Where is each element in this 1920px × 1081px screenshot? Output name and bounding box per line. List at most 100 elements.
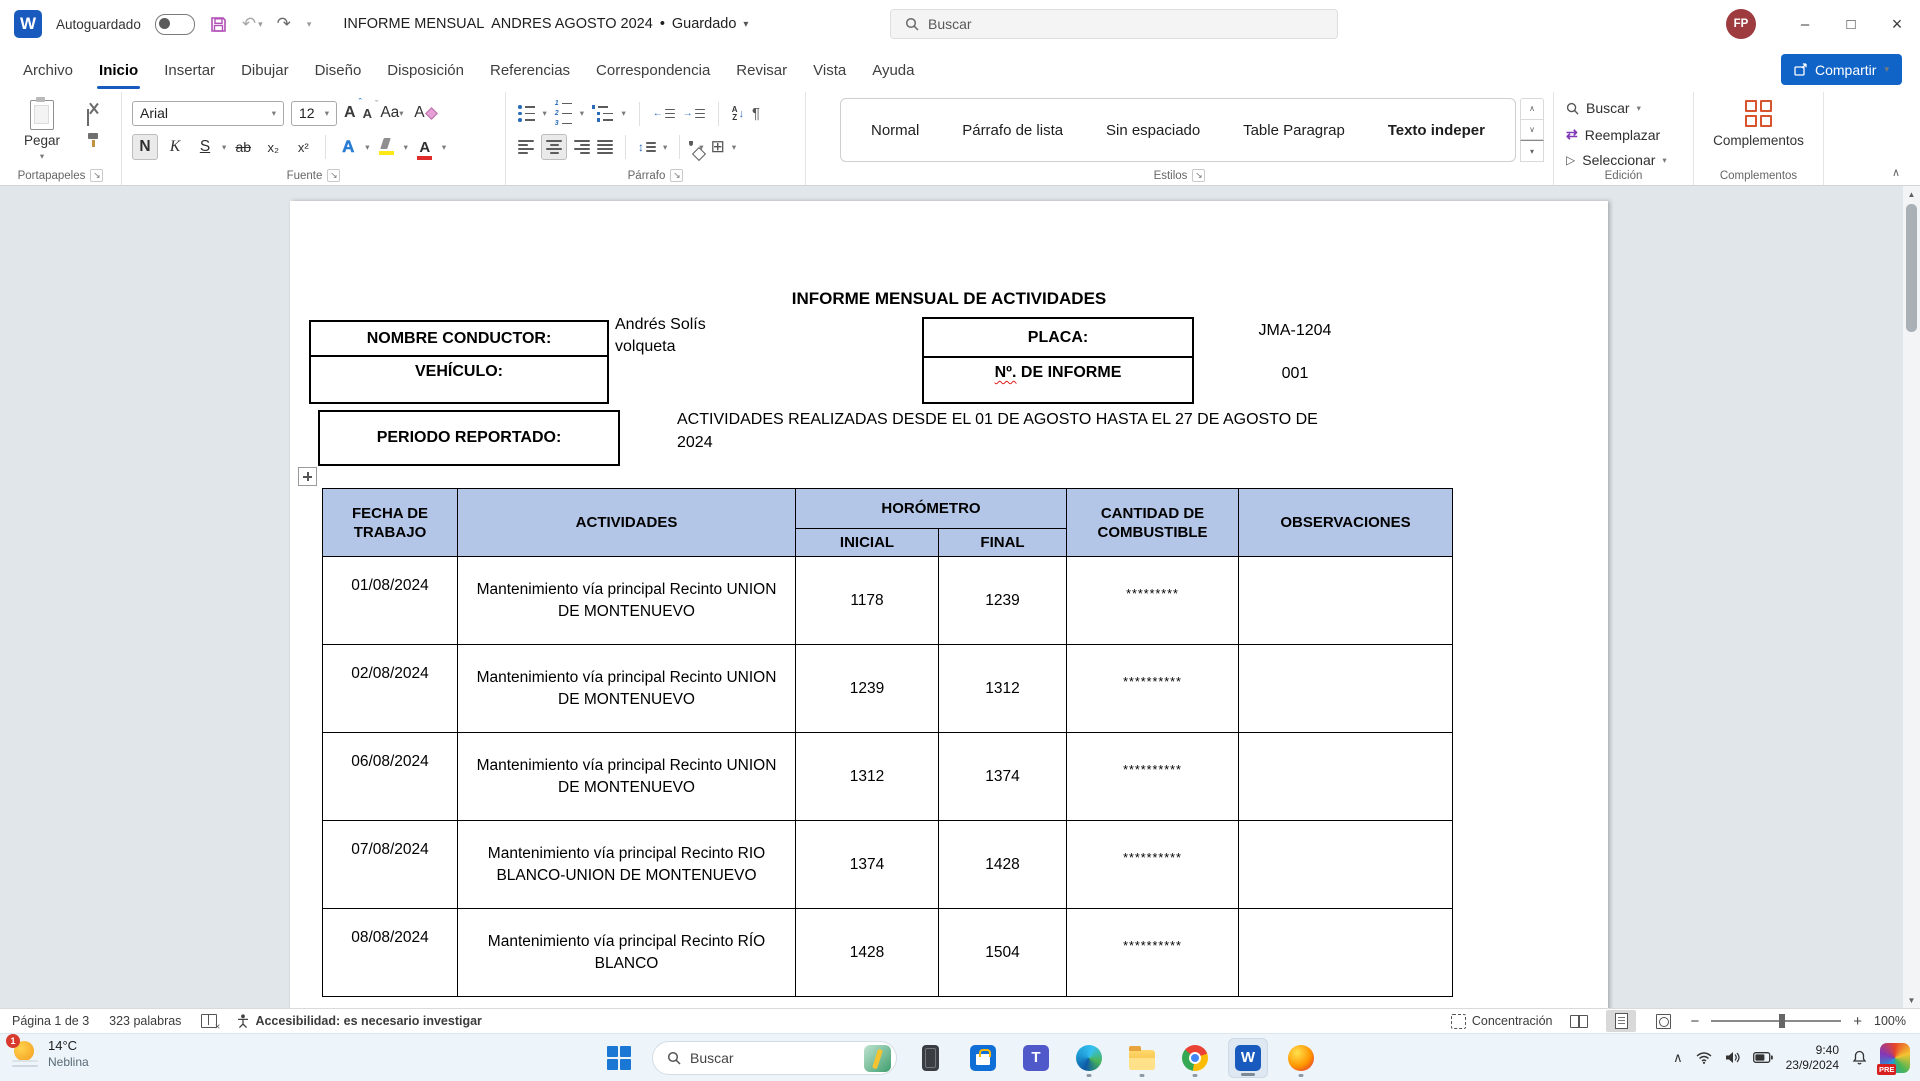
cell-final[interactable]: 1504 bbox=[939, 909, 1067, 997]
decrease-indent-button[interactable]: ← bbox=[653, 108, 675, 119]
period-value[interactable]: ACTIVIDADES REALIZADAS DESDE EL 01 DE AG… bbox=[677, 408, 1337, 454]
styles-gallery-expand[interactable]: ▾ bbox=[1520, 140, 1544, 162]
share-button[interactable]: Compartir▾ bbox=[1781, 54, 1902, 85]
collapse-ribbon-button[interactable]: ∧ bbox=[1892, 166, 1900, 179]
borders-button[interactable]: ⊞ bbox=[711, 137, 725, 157]
vertical-scrollbar[interactable]: ▲ ▼ bbox=[1903, 186, 1920, 1008]
premiere-app-button[interactable]: PRE bbox=[1880, 1043, 1910, 1073]
justify-button[interactable] bbox=[597, 140, 613, 154]
tab-revisar[interactable]: Revisar bbox=[723, 48, 800, 92]
plate-label-box[interactable]: PLACA: bbox=[922, 317, 1194, 358]
cell-final[interactable]: 1374 bbox=[939, 733, 1067, 821]
cell-fuel[interactable]: ********* bbox=[1067, 557, 1239, 645]
multilevel-list-button[interactable] bbox=[592, 105, 614, 122]
cell-activity[interactable]: Mantenimiento vía principal Recinto RIO … bbox=[458, 821, 796, 909]
clipboard-dialog-launcher[interactable]: ↘ bbox=[90, 169, 103, 182]
driver-label-box[interactable]: NOMBRE CONDUCTOR: bbox=[309, 320, 609, 357]
subscript-button[interactable]: x₂ bbox=[260, 134, 286, 160]
search-highlight-image[interactable] bbox=[864, 1045, 891, 1072]
col-header-actividades[interactable]: ACTIVIDADES bbox=[458, 489, 796, 557]
cell-initial[interactable]: 1239 bbox=[796, 645, 939, 733]
tab-correspondencia[interactable]: Correspondencia bbox=[583, 48, 723, 92]
undo-button[interactable]: ↶▾ bbox=[242, 14, 263, 34]
accessibility-status[interactable]: Accesibilidad: es necesario investigar bbox=[237, 1014, 482, 1028]
paragraph-dialog-launcher[interactable]: ↘ bbox=[670, 169, 683, 182]
tray-expand-button[interactable]: ∧ bbox=[1673, 1050, 1683, 1066]
file-explorer-button[interactable] bbox=[1122, 1038, 1162, 1078]
clock[interactable]: 9:40 23/9/2024 bbox=[1786, 1043, 1839, 1073]
col-header-observaciones[interactable]: OBSERVACIONES bbox=[1239, 489, 1453, 557]
focus-mode-button[interactable]: Concentración bbox=[1451, 1014, 1553, 1029]
select-button[interactable]: ▷ Seleccionar▾ bbox=[1566, 152, 1667, 168]
style-parrafo-de-lista[interactable]: Párrafo de lista bbox=[962, 122, 1063, 139]
cell-observations[interactable] bbox=[1239, 821, 1453, 909]
page-indicator[interactable]: Página 1 de 3 bbox=[12, 1014, 89, 1028]
cell-activity[interactable]: Mantenimiento vía principal Recinto UNIO… bbox=[458, 645, 796, 733]
taskbar-search-box[interactable]: Buscar bbox=[652, 1041, 897, 1075]
cell-observations[interactable] bbox=[1239, 733, 1453, 821]
increase-indent-button[interactable]: → bbox=[683, 108, 705, 119]
cell-observations[interactable] bbox=[1239, 645, 1453, 733]
taskbar-weather[interactable]: 1 14°C Neblina bbox=[10, 1038, 89, 1070]
superscript-button[interactable]: x² bbox=[290, 134, 316, 160]
word-taskbar-button[interactable]: W bbox=[1228, 1038, 1268, 1078]
cell-initial[interactable]: 1178 bbox=[796, 557, 939, 645]
plate-value[interactable]: JMA-1204 bbox=[1210, 322, 1380, 340]
cell-observations[interactable] bbox=[1239, 909, 1453, 997]
cell-activity[interactable]: Mantenimiento vía principal Recinto RÍO … bbox=[458, 909, 796, 997]
driver-value[interactable]: Andrés Solísvolqueta bbox=[615, 314, 706, 358]
account-avatar[interactable]: FP bbox=[1726, 9, 1756, 39]
style-sin-espaciado[interactable]: Sin espaciado bbox=[1106, 122, 1200, 139]
shrink-font-button[interactable]: Aˇ bbox=[363, 106, 372, 121]
report-no-label-box[interactable]: Nº. DE INFORME bbox=[922, 356, 1194, 404]
bold-button[interactable]: N bbox=[132, 134, 158, 160]
proofing-button[interactable] bbox=[201, 1014, 217, 1028]
cell-fuel[interactable]: ********** bbox=[1067, 645, 1239, 733]
saved-status[interactable]: Guardado bbox=[672, 16, 737, 32]
tab-dibujar[interactable]: Dibujar bbox=[228, 48, 302, 92]
col-header-combustible[interactable]: CANTIDAD DE COMBUSTIBLE bbox=[1067, 489, 1239, 557]
cell-date[interactable]: 06/08/2024 bbox=[323, 733, 458, 821]
zoom-in-button[interactable]: + bbox=[1853, 1013, 1862, 1030]
italic-button[interactable]: K bbox=[162, 134, 188, 160]
cell-final[interactable]: 1428 bbox=[939, 821, 1067, 909]
cell-initial[interactable]: 1428 bbox=[796, 909, 939, 997]
report-no-value[interactable]: 001 bbox=[1210, 365, 1380, 383]
web-layout-button[interactable] bbox=[1648, 1010, 1678, 1032]
firefox-button[interactable] bbox=[1281, 1038, 1321, 1078]
font-size-select[interactable]: 12▾ bbox=[291, 101, 337, 126]
underline-button[interactable]: S bbox=[192, 134, 218, 160]
zoom-slider[interactable] bbox=[1711, 1020, 1841, 1022]
bullet-list-button[interactable] bbox=[518, 105, 535, 122]
edge-button[interactable] bbox=[1069, 1038, 1109, 1078]
tab-referencias[interactable]: Referencias bbox=[477, 48, 583, 92]
cell-date[interactable]: 02/08/2024 bbox=[323, 645, 458, 733]
cell-observations[interactable] bbox=[1239, 557, 1453, 645]
cell-fuel[interactable]: ********** bbox=[1067, 733, 1239, 821]
line-spacing-button[interactable]: ↕ bbox=[638, 140, 656, 154]
doc-title[interactable]: INFORME MENSUAL DE ACTIVIDADES bbox=[290, 289, 1608, 309]
col-header-horometro[interactable]: HORÓMETRO bbox=[796, 489, 1067, 529]
chrome-button[interactable] bbox=[1175, 1038, 1215, 1078]
styles-scroll-down[interactable]: ∨ bbox=[1520, 120, 1544, 141]
phone-link-button[interactable] bbox=[910, 1038, 950, 1078]
font-dialog-launcher[interactable]: ↘ bbox=[327, 169, 340, 182]
tab-disposicion[interactable]: Disposición bbox=[374, 48, 477, 92]
underline-chevron-icon[interactable]: ▾ bbox=[222, 142, 226, 153]
tab-diseno[interactable]: Diseño bbox=[302, 48, 375, 92]
paste-button[interactable]: Pegar ▾ bbox=[16, 100, 68, 166]
text-effects-button[interactable]: A bbox=[335, 134, 361, 160]
grow-font-button[interactable]: Aˆ bbox=[344, 104, 356, 122]
style-table-paragraph[interactable]: Table Paragrap bbox=[1243, 122, 1345, 139]
clear-formatting-button[interactable]: A bbox=[412, 100, 438, 126]
cell-fuel[interactable]: ********** bbox=[1067, 909, 1239, 997]
qat-customize-button[interactable]: ▾ bbox=[305, 19, 312, 30]
find-button[interactable]: Buscar▾ bbox=[1566, 100, 1641, 116]
sort-button[interactable]: AZ↓ bbox=[732, 106, 744, 122]
align-right-button[interactable] bbox=[574, 140, 590, 154]
addins-button[interactable]: Complementos bbox=[1694, 100, 1823, 148]
align-left-button[interactable] bbox=[518, 140, 534, 154]
tab-ayuda[interactable]: Ayuda bbox=[859, 48, 927, 92]
font-family-select[interactable]: Arial▾ bbox=[132, 101, 284, 126]
close-button[interactable]: × bbox=[1874, 0, 1920, 48]
